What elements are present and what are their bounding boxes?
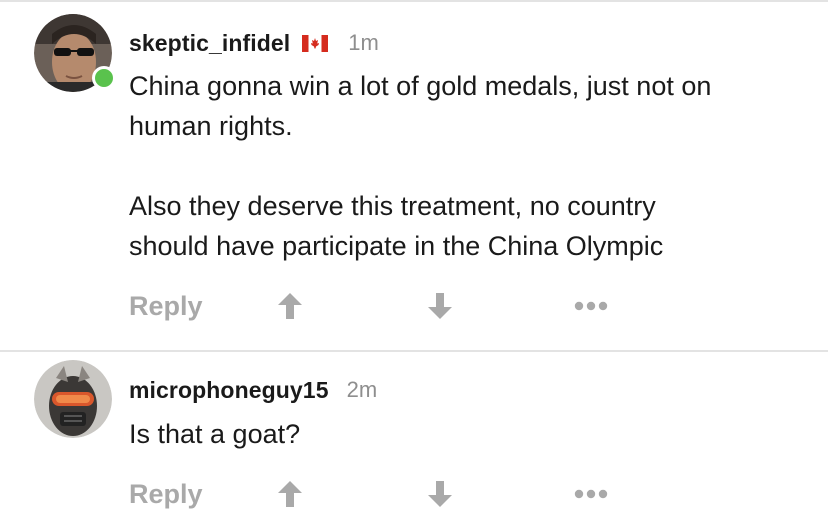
comments-thread: skeptic_infidel 1m China gonna win a lot… — [0, 0, 828, 522]
comment-body: Is that a goat? — [129, 419, 301, 449]
avatar[interactable] — [34, 360, 112, 438]
comment-actions: Reply — [129, 288, 629, 324]
timestamp: 1m — [348, 30, 379, 55]
reply-button[interactable]: Reply — [129, 291, 203, 322]
canada-flag-icon — [302, 34, 329, 52]
comment-meta: skeptic_infidel 1m — [129, 28, 379, 58]
username[interactable]: microphoneguy15 — [129, 377, 329, 404]
upvote-icon[interactable] — [277, 292, 303, 320]
downvote-icon[interactable] — [427, 292, 453, 320]
avatar[interactable] — [34, 14, 116, 92]
timestamp: 2m — [346, 377, 378, 402]
comment-body: China gonna win a lot of gold medals, ju… — [129, 71, 712, 261]
more-options-icon[interactable] — [574, 301, 608, 311]
comment-actions: Reply — [129, 476, 629, 512]
reply-button[interactable]: Reply — [129, 479, 203, 510]
online-status-indicator — [92, 66, 116, 90]
comment-divider — [0, 350, 828, 352]
more-options-icon[interactable] — [574, 489, 608, 499]
comment-meta: microphoneguy15 2m — [129, 375, 377, 405]
top-divider — [0, 0, 828, 2]
upvote-icon[interactable] — [277, 480, 303, 508]
downvote-icon[interactable] — [427, 480, 453, 508]
avatar-image — [34, 360, 112, 438]
username[interactable]: skeptic_infidel — [129, 30, 290, 57]
